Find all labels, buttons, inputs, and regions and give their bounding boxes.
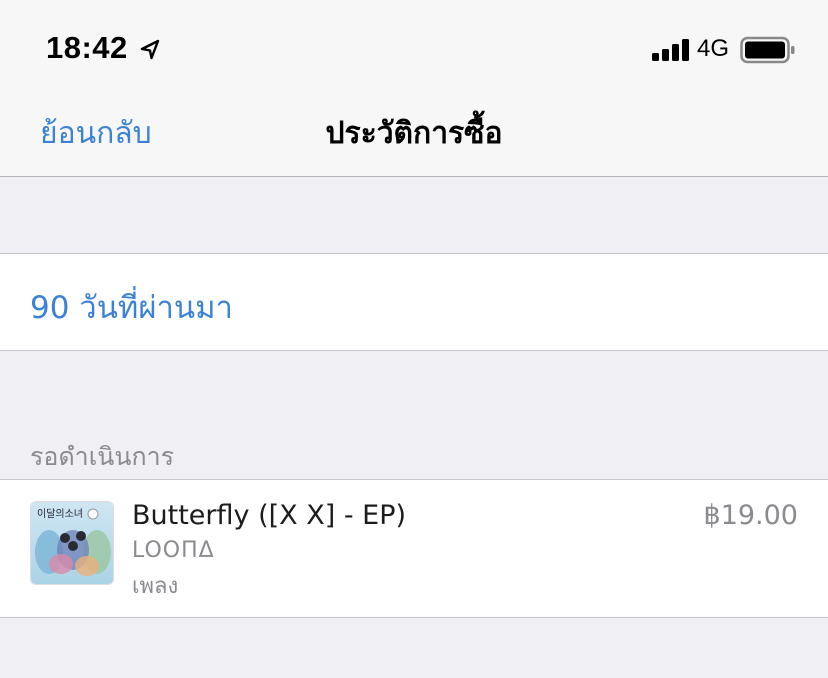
item-type: เพลง <box>132 574 179 599</box>
period-filter-label: 90 วันที่ผ่านมา <box>30 290 233 326</box>
section-spacer <box>0 178 828 253</box>
item-price: ฿19.00 <box>703 500 798 531</box>
item-title: Butterfly ([X X] - EP) <box>132 500 407 531</box>
location-arrow-icon <box>140 39 160 60</box>
pending-section-header: รอดำเนินการ <box>30 442 175 471</box>
signal-bars-icon <box>652 39 689 61</box>
artwork-logo-text: 이달의소녀 <box>37 508 83 520</box>
page-title: ประวัติการซื้อ <box>325 116 503 151</box>
navigation-bar: ย้อนกลับ ประวัติการซื้อ <box>0 88 828 177</box>
purchase-item-row[interactable]: 이달의소녀 Butterfly ([X X] - EP) LOOΠΔ เพลง … <box>0 479 828 618</box>
battery-icon <box>740 36 795 64</box>
status-bar: 18:42 4G <box>0 0 828 88</box>
status-time: 18:42 <box>46 30 128 65</box>
album-artwork: 이달의소녀 <box>30 501 114 585</box>
network-type: 4G <box>697 35 730 62</box>
item-artist: LOOΠΔ <box>132 538 215 563</box>
period-filter-row[interactable]: 90 วันที่ผ่านมา <box>0 253 828 351</box>
